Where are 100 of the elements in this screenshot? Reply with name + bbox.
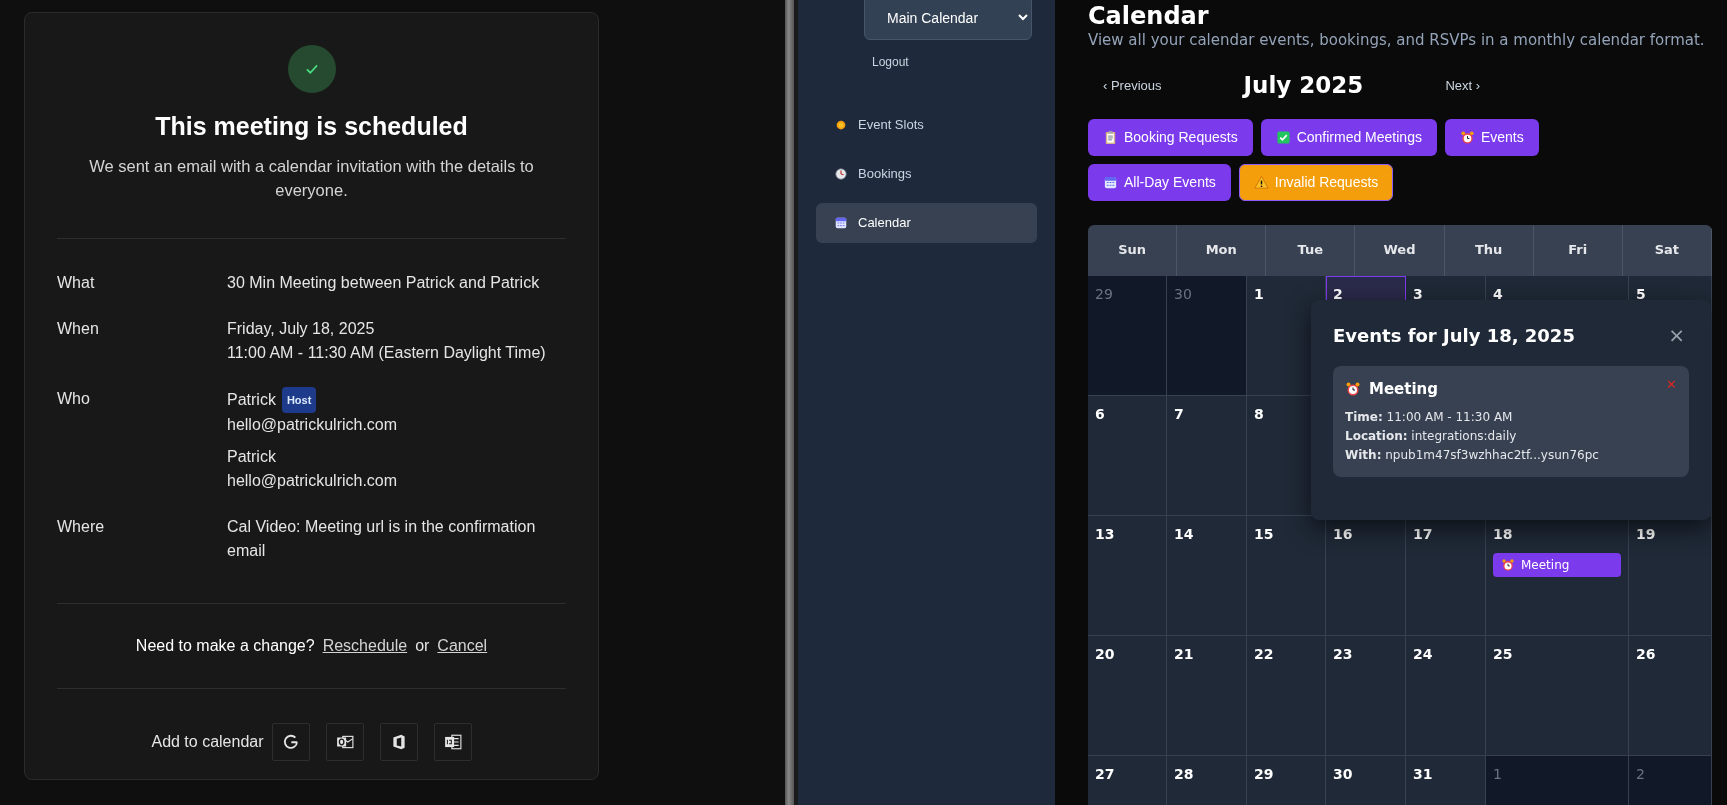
calendar-icon: [834, 216, 848, 230]
day-number: 30: [1333, 764, 1354, 784]
detail-value: 30 Min Meeting between Patrick and Patrick: [227, 272, 541, 293]
change-prompt: Need to make a change?: [135, 635, 315, 656]
or-text: or: [415, 635, 430, 656]
sidebar-item[interactable]: Event Slots: [816, 105, 1037, 145]
day-number: 2: [1636, 764, 1646, 784]
weekday-label: Wed: [1355, 224, 1445, 276]
day-number: 27: [1095, 764, 1116, 784]
detail-value: 11:00 AM - 11:30 AM (Eastern Daylight Time): [227, 342, 547, 363]
sidebar-item[interactable]: Calendar: [816, 203, 1037, 243]
day-cell[interactable]: 15: [1247, 515, 1326, 636]
day-cell[interactable]: 22: [1247, 635, 1326, 756]
day-number: 26: [1636, 644, 1657, 664]
day-number: 22: [1254, 644, 1275, 664]
weekday-label: Mon: [1177, 224, 1267, 276]
attendee-name: Patrick: [227, 389, 276, 410]
day-number: 6: [1095, 404, 1106, 424]
day-cell[interactable]: 30: [1167, 275, 1247, 396]
page-description: View all your calendar events, bookings, and RSVPs in a monthly calendar format.: [1088, 30, 1706, 50]
day-cell[interactable]: 14: [1167, 515, 1247, 636]
day-cell[interactable]: 1: [1486, 755, 1629, 805]
day-number: 23: [1333, 644, 1354, 664]
weekday-label: Fri: [1533, 224, 1623, 276]
day-number: 31: [1413, 764, 1434, 784]
add-to-calendar-label: Add to calendar: [151, 731, 264, 752]
day-cell[interactable]: 23: [1326, 635, 1406, 756]
day-cell[interactable]: 13: [1088, 515, 1167, 636]
filter-button[interactable]: All-Day Events: [1088, 163, 1231, 201]
calendar-select[interactable]: Main Calendar: [864, 0, 1032, 40]
day-number: 17: [1413, 524, 1434, 544]
day-cell[interactable]: 19: [1629, 515, 1712, 636]
day-number: 20: [1095, 644, 1116, 664]
confirmation-title: This meeting is scheduled: [154, 111, 469, 142]
detail-label: Who: [57, 388, 91, 409]
day-number: 15: [1254, 524, 1275, 544]
detail-value: Cal Video: Meeting url is in the confirmation email: [227, 516, 537, 561]
sidebar-item[interactable]: Bookings: [816, 154, 1037, 194]
cancel-link[interactable]: Cancel: [437, 633, 488, 658]
warning-icon: [1253, 174, 1269, 190]
next-button[interactable]: Next ›: [1430, 75, 1496, 95]
day-cell[interactable]: 26: [1629, 635, 1712, 756]
g-logo-icon: [281, 732, 300, 751]
clipboard-icon: [1103, 129, 1118, 145]
day-cell[interactable]: 25: [1486, 635, 1629, 756]
clock-icon: [834, 167, 848, 181]
day-cell[interactable]: 28: [1167, 755, 1247, 805]
day-cell[interactable]: 30: [1326, 755, 1406, 805]
day-number: 28: [1174, 764, 1195, 784]
logout-link[interactable]: Logout: [872, 53, 1037, 71]
confirmation-message: We sent an email with a calendar invitation with the details to everyone.: [88, 155, 535, 201]
ics-file-icon: [443, 732, 462, 751]
day-number: 4: [1493, 284, 1504, 304]
detail-label: When: [57, 318, 100, 339]
add-calendar-button[interactable]: [325, 722, 364, 761]
day-cell[interactable]: 27: [1088, 755, 1167, 805]
day-number: 13: [1095, 524, 1116, 544]
day-number: 30: [1174, 284, 1193, 304]
add-calendar-button[interactable]: [379, 722, 418, 761]
add-calendar-button[interactable]: [271, 722, 310, 761]
day-number: 29: [1095, 284, 1114, 304]
day-cell[interactable]: 6: [1088, 395, 1167, 516]
detail-label: What: [57, 272, 96, 293]
event-chip[interactable]: Meeting: [1493, 552, 1621, 577]
filter-button[interactable]: Booking Requests: [1088, 118, 1253, 156]
day-number: 1: [1493, 764, 1503, 784]
day-number: 19: [1636, 524, 1657, 544]
day-cell[interactable]: 21: [1167, 635, 1247, 756]
month-title: July 2025: [1243, 71, 1364, 100]
alarm-clock-icon: [1501, 557, 1515, 572]
weekday-label: Thu: [1444, 224, 1534, 276]
attendee-name: Patrick: [227, 446, 276, 467]
day-cell[interactable]: 2: [1629, 755, 1712, 805]
filter-button[interactable]: Events: [1444, 118, 1539, 156]
attendee-email: hello@patrickulrich.com: [227, 470, 399, 491]
weekday-label: Tue: [1266, 224, 1356, 276]
weekday-label: Sun: [1088, 224, 1178, 276]
day-cell[interactable]: 29: [1088, 275, 1167, 396]
day-cell[interactable]: 31: [1406, 755, 1486, 805]
day-number: 25: [1493, 644, 1514, 664]
popup-title: Events for July 18, 2025: [1333, 323, 1575, 348]
close-button[interactable]: ×: [1664, 325, 1689, 345]
day-cell[interactable]: 7: [1167, 395, 1247, 516]
day-number: 21: [1174, 644, 1195, 664]
filter-button[interactable]: Confirmed Meetings: [1260, 118, 1437, 156]
day-number: 3: [1413, 284, 1424, 304]
alarm-clock-icon: [1345, 380, 1361, 397]
day-number: 8: [1254, 404, 1265, 424]
calendar-icon: [1103, 174, 1118, 190]
day-cell[interactable]: 24: [1406, 635, 1486, 756]
day-number: 29: [1254, 764, 1275, 784]
host-tag: Host: [281, 386, 317, 413]
day-cell[interactable]: 29: [1247, 755, 1326, 805]
attendee-email: hello@patrickulrich.com: [227, 414, 399, 435]
reschedule-link[interactable]: Reschedule: [322, 633, 408, 658]
detail-label: Where: [57, 516, 106, 537]
add-calendar-button[interactable]: [433, 722, 472, 761]
previous-button[interactable]: ‹ Previous: [1088, 75, 1177, 95]
day-cell[interactable]: 20: [1088, 635, 1167, 756]
day-number: 5: [1636, 284, 1647, 304]
